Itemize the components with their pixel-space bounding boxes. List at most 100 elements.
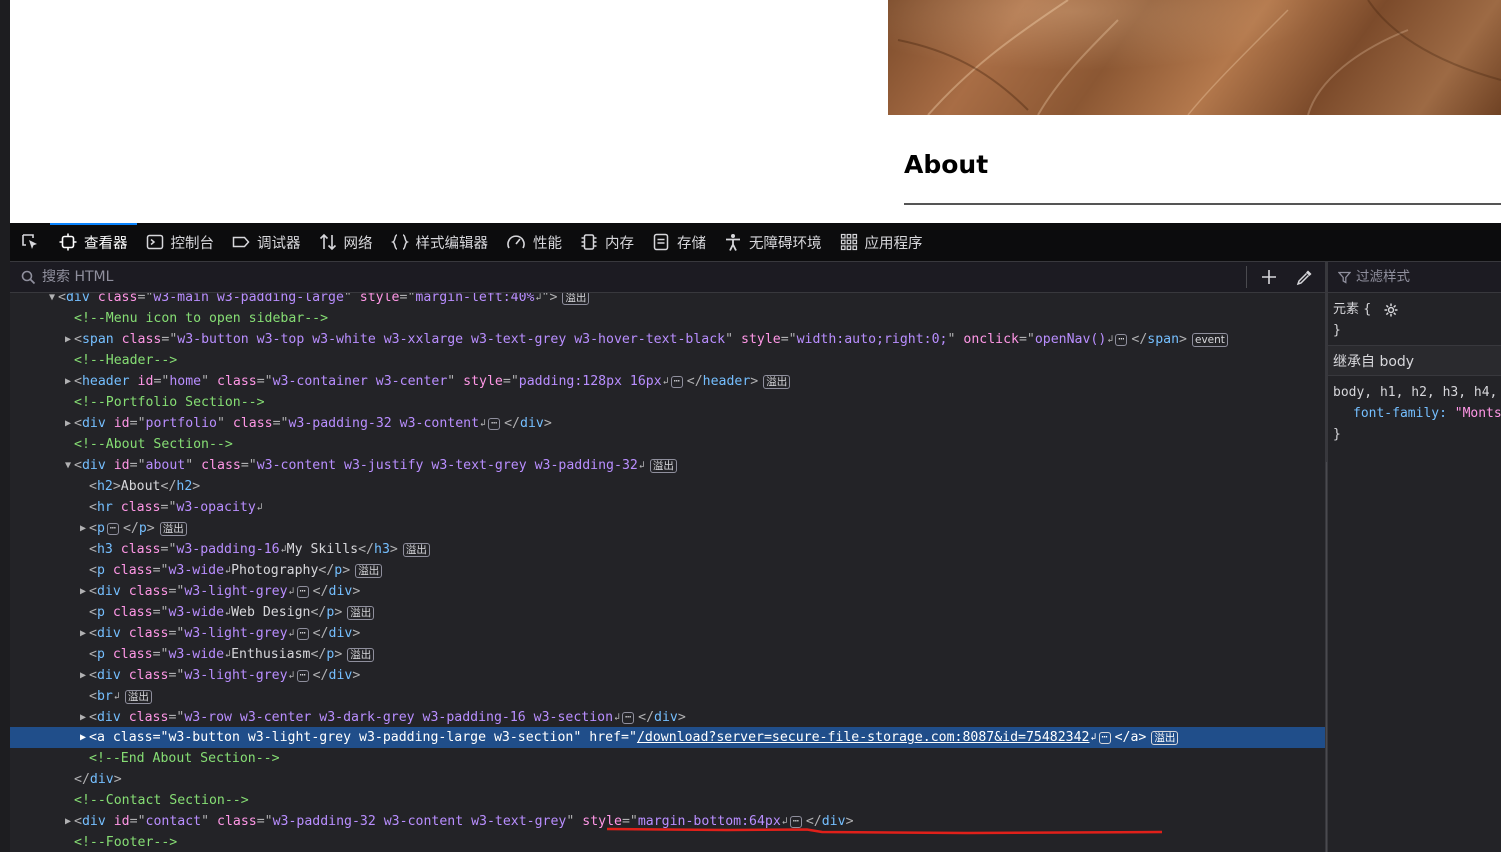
markup-node[interactable]: ▶ < div class =" w3-light-grey ↲ ⋯ </div >: [10, 665, 1327, 686]
expand-toggle-icon[interactable]: ▶: [77, 712, 89, 723]
tab-memory[interactable]: 内存: [571, 223, 643, 262]
markup-node[interactable]: ▶ < header id =" home " class =" w3-container …: [10, 371, 1327, 392]
tab-performance[interactable]: 性能: [497, 223, 571, 262]
tab-network[interactable]: 网络: [310, 223, 382, 262]
href-link[interactable]: /download?server=secure-file-storage.com…: [637, 730, 1090, 745]
markup-node[interactable]: ▶ <!--About Section-->: [10, 434, 1327, 455]
tab-style-editor[interactable]: 样式编辑器: [382, 223, 498, 262]
tab-inspector[interactable]: 查看器: [50, 222, 137, 262]
wrap-icon: ↲: [1107, 334, 1114, 345]
markup-node[interactable]: ▶ <p class="w3-wide↲Enthusiasm</p> 溢出: [10, 644, 1327, 665]
tab-console[interactable]: 控制台: [137, 223, 224, 262]
markup-node[interactable]: ▶ <!--End About Section-->: [10, 748, 1327, 769]
markup-node[interactable]: ▶ <h2>About</h2>: [10, 476, 1327, 497]
collapsed-ellipsis[interactable]: ⋯: [670, 375, 683, 388]
expand-toggle-icon[interactable]: ▶: [62, 376, 74, 387]
collapsed-ellipsis[interactable]: ⋯: [1115, 333, 1128, 346]
markup-node[interactable]: ▶ <br↲ 溢出: [10, 686, 1327, 707]
expand-toggle-icon[interactable]: ▶: [62, 418, 74, 429]
tag-name: div: [96, 668, 121, 683]
markup-node[interactable]: ▼ < div class =" w3-main w3-padding-large " …: [10, 293, 1327, 308]
overflow-badge[interactable]: 溢出: [347, 647, 375, 662]
markup-node[interactable]: ▶ <!--Menu icon to open sidebar-->: [10, 308, 1327, 329]
markup-node[interactable]: ▶ < div id =" portfolio " class =" w3-padding-…: [10, 413, 1327, 434]
accessibility-icon: [726, 234, 740, 251]
eyedropper-button[interactable]: [1291, 263, 1319, 291]
overflow-badge[interactable]: 溢出: [124, 689, 152, 704]
close-tag: span: [1147, 332, 1180, 347]
attr-value: w3-wide: [168, 605, 225, 620]
markup-node[interactable]: ▶ <hr class="w3-opacity↲: [10, 497, 1327, 518]
markup-node[interactable]: ▶ < div id =" contact " class =" w3-padding-32…: [10, 811, 1327, 832]
attr-name: style: [741, 332, 781, 347]
attr-name: class: [217, 814, 257, 829]
styles-filter-input[interactable]: [1356, 269, 1496, 285]
collapsed-ellipsis[interactable]: ⋯: [622, 711, 635, 724]
overflow-badge[interactable]: 溢出: [763, 374, 791, 389]
markup-node[interactable]: ▶ <!--Footer-->: [10, 832, 1327, 852]
markup-node[interactable]: ▼ < div id =" about " class =" w3-content w3-j…: [10, 455, 1327, 476]
hero-image: [888, 0, 1501, 115]
overflow-badge[interactable]: 溢出: [649, 458, 677, 473]
close-tag: div: [328, 584, 353, 599]
text-node: Enthusiasm: [231, 647, 311, 662]
markup-tree[interactable]: ▼ < div class =" w3-main w3-padding-large " …: [10, 293, 1327, 852]
html-search-input[interactable]: [42, 269, 1142, 285]
expand-toggle-icon[interactable]: ▶: [62, 816, 74, 827]
overflow-badge[interactable]: 溢出: [159, 521, 187, 536]
close-tag: div: [654, 710, 678, 725]
markup-node[interactable]: ▶ < p ⋯ </p > 溢出: [10, 518, 1327, 539]
markup-node[interactable]: ▶ <h3 class="w3-padding-16↲My Skills</h3…: [10, 539, 1327, 560]
collapsed-ellipsis[interactable]: ⋯: [789, 815, 802, 828]
tab-label: 内存: [605, 235, 634, 252]
attr-value: portfolio: [145, 416, 217, 431]
expand-toggle-icon[interactable]: ▶: [77, 628, 89, 639]
markup-node[interactable]: ▶ < div class =" w3-light-grey ↲ ⋯ </div >: [10, 581, 1327, 602]
markup-node[interactable]: ▶ <!--Portfolio Section-->: [10, 392, 1327, 413]
expand-toggle-icon[interactable]: ▶: [77, 523, 89, 534]
comment-node: <!--About Section-->: [74, 437, 233, 452]
overflow-badge[interactable]: 溢出: [562, 293, 590, 305]
collapsed-ellipsis[interactable]: ⋯: [1098, 731, 1111, 744]
gear-icon[interactable]: [1383, 302, 1399, 318]
add-node-button[interactable]: [1255, 263, 1283, 291]
expand-toggle-icon[interactable]: ▶: [62, 334, 74, 345]
rule-selector[interactable]: body, h1, h2, h3, h4, h5, h6: [1333, 382, 1501, 403]
markup-node-selected[interactable]: ▶ < a class =" w3-button w3-light-grey w3-p…: [10, 727, 1327, 748]
overflow-badge[interactable]: 溢出: [402, 542, 430, 557]
style-editor-icon: [390, 234, 409, 250]
expand-toggle-icon[interactable]: ▼: [62, 460, 74, 471]
attr-value: w3-light-grey: [184, 584, 288, 599]
tag-name: br: [96, 689, 113, 704]
markup-node[interactable]: ▶ <!--Contact Section-->: [10, 790, 1327, 811]
collapsed-ellipsis[interactable]: ⋯: [296, 669, 309, 682]
expand-toggle-icon[interactable]: ▼: [46, 293, 58, 303]
markup-node[interactable]: ▶ <p class="w3-wide↲Photography</p> 溢出: [10, 560, 1327, 581]
overflow-badge[interactable]: 溢出: [355, 563, 383, 578]
overflow-badge[interactable]: 溢出: [347, 605, 375, 620]
overflow-badge[interactable]: 溢出: [1151, 730, 1179, 745]
collapsed-ellipsis[interactable]: ⋯: [296, 627, 309, 640]
expand-toggle-icon[interactable]: ▶: [77, 586, 89, 597]
markup-node[interactable]: ▶ <p class="w3-wide↲Web Design</p> 溢出: [10, 602, 1327, 623]
markup-node[interactable]: ▶ < div class =" w3-light-grey ↲ ⋯ </div >: [10, 623, 1327, 644]
rule-declaration[interactable]: font-family: "Montserrat", sans-serif: [1333, 403, 1501, 424]
markup-node[interactable]: ▶ <!--Header-->: [10, 350, 1327, 371]
collapsed-ellipsis[interactable]: ⋯: [106, 522, 119, 535]
markup-node[interactable]: ▶ < span class =" w3-button w3-top w3-white…: [10, 329, 1327, 350]
property-value[interactable]: "Montserrat", sans-serif: [1455, 406, 1501, 421]
tag-name: header: [81, 374, 130, 389]
tab-application[interactable]: 应用程序: [831, 223, 932, 262]
tab-storage[interactable]: 存储: [643, 223, 715, 262]
markup-node[interactable]: ▶ < div class =" w3-row w3-center w3-dark-g…: [10, 707, 1327, 728]
event-badge[interactable]: event: [1191, 332, 1228, 347]
markup-node[interactable]: ▶ </div>: [10, 769, 1327, 790]
tab-debugger[interactable]: 调试器: [223, 223, 310, 262]
tab-accessibility[interactable]: 无障碍环境: [715, 223, 831, 262]
expand-toggle-icon[interactable]: ▶: [77, 732, 89, 743]
collapsed-ellipsis[interactable]: ⋯: [296, 585, 309, 598]
expand-toggle-icon[interactable]: ▶: [77, 670, 89, 681]
collapsed-ellipsis[interactable]: ⋯: [488, 417, 501, 430]
inherited-rule-close: }: [1333, 427, 1341, 442]
element-picker-button[interactable]: [10, 223, 50, 262]
